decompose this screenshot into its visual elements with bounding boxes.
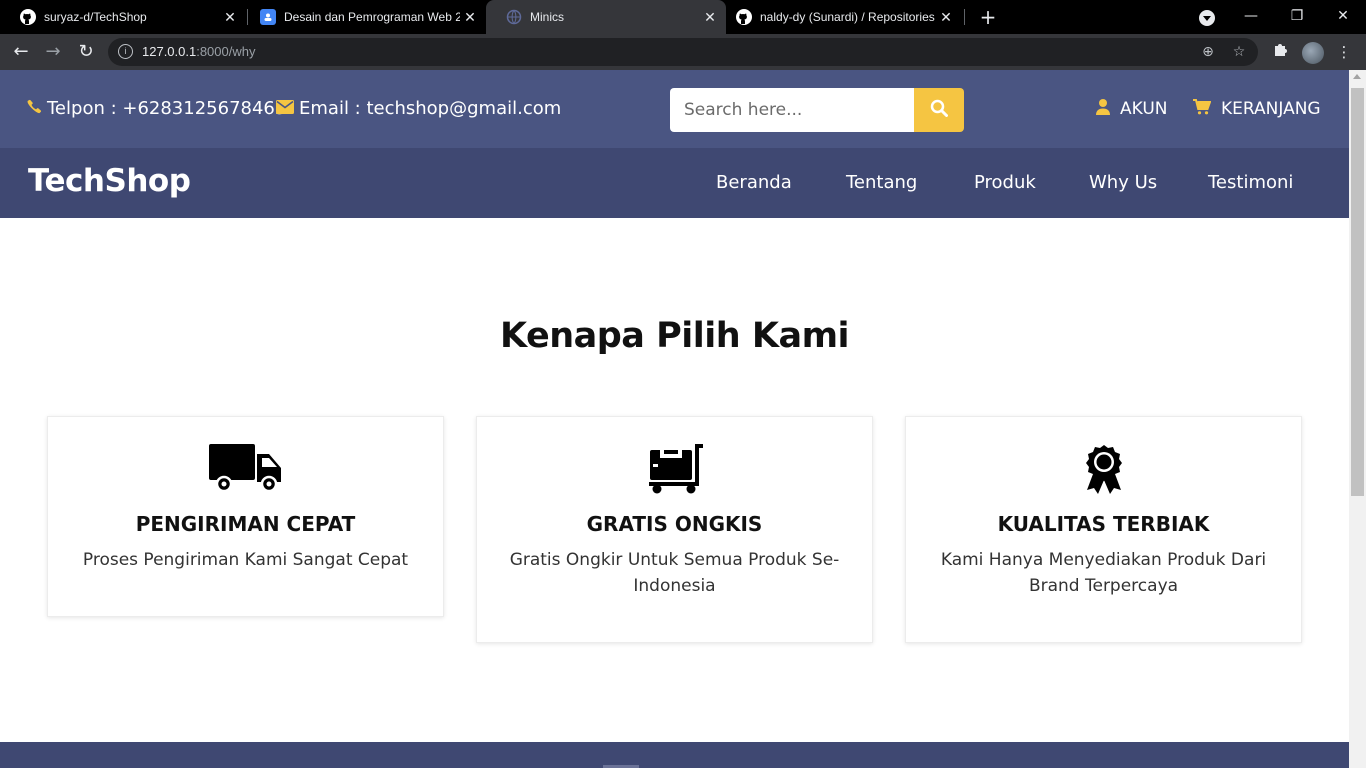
address-bar[interactable]: i 127.0.0.1:8000/why ⊕ ☆ <box>108 38 1258 66</box>
window-close-icon[interactable]: ✕ <box>1320 0 1366 34</box>
main-navbar: TechShop Beranda Tentang Produk Why Us T… <box>0 148 1349 218</box>
profile-avatar[interactable] <box>1302 42 1324 64</box>
cart-dolly-icon <box>477 444 872 496</box>
nav-link-beranda[interactable]: Beranda <box>716 172 792 193</box>
github-icon <box>20 9 36 25</box>
card-title: PENGIRIMAN CEPAT <box>135 512 356 536</box>
browser-tab[interactable]: naldy-dy (Sunardi) / Repositories ✕ <box>716 0 962 34</box>
classroom-icon <box>260 9 276 25</box>
tab-divider <box>964 9 965 25</box>
loading-globe-icon <box>506 9 522 25</box>
tab-title: suryaz-d/TechShop <box>44 10 147 24</box>
browser-tab-active[interactable]: Minics ✕ <box>486 0 726 34</box>
feature-card: PENGIRIMAN CEPAT Proses Pengiriman Kami … <box>47 416 444 617</box>
close-icon[interactable]: ✕ <box>220 9 240 26</box>
back-arrow-icon[interactable]: ← <box>9 40 33 64</box>
forward-arrow-icon[interactable]: → <box>41 40 65 64</box>
cart-link[interactable]: KERANJANG <box>1193 99 1321 119</box>
extensions-puzzle-icon[interactable] <box>1270 42 1290 62</box>
maximize-icon[interactable]: ❐ <box>1274 0 1320 34</box>
card-description: Gratis Ongkir Untuk Semua Produk Se-Indo… <box>509 550 840 596</box>
new-tab-plus-icon[interactable]: + <box>976 5 1000 29</box>
tab-search-icon[interactable] <box>1199 10 1215 26</box>
cart-label: KERANJANG <box>1221 99 1321 119</box>
phone-text: Telpon : +6283125678465 <box>47 98 287 119</box>
close-icon[interactable]: ✕ <box>460 9 480 26</box>
user-icon <box>1096 99 1110 119</box>
search-button[interactable] <box>914 88 964 132</box>
cart-icon <box>1193 99 1212 119</box>
search-icon <box>930 99 948 121</box>
url-text: 127.0.0.1:8000/why <box>142 44 256 59</box>
browser-tab[interactable]: suryaz-d/TechShop ✕ <box>0 0 246 34</box>
browser-tab[interactable]: Desain dan Pemrograman Web 2 ✕ <box>240 0 486 34</box>
site-info-icon[interactable]: i <box>118 44 133 59</box>
nav-link-tentang[interactable]: Tentang <box>846 172 917 193</box>
feature-card: KUALITAS TERBIAK Kami Hanya Menyediakan … <box>905 416 1302 643</box>
email-contact: Email : techshop@gmail.com <box>276 98 561 119</box>
page-viewport: Telpon : +6283125678465 Email : techshop… <box>0 70 1349 768</box>
scroll-up-arrow-icon[interactable] <box>1353 74 1361 79</box>
nav-link-produk[interactable]: Produk <box>974 172 1036 193</box>
section-title: Kenapa Pilih Kami <box>499 316 850 356</box>
card-title: KUALITAS TERBIAK <box>997 512 1210 536</box>
close-icon[interactable]: ✕ <box>936 9 956 26</box>
envelope-icon <box>276 99 294 118</box>
search-input[interactable] <box>670 88 915 132</box>
card-title: GRATIS ONGKIS <box>586 512 763 536</box>
email-text: Email : techshop@gmail.com <box>299 98 562 119</box>
bookmark-star-icon[interactable]: ☆ <box>1230 43 1248 61</box>
phone-contact: Telpon : +6283125678465 <box>27 98 286 119</box>
feature-card: GRATIS ONGKIS Gratis Ongkir Untuk Semua … <box>476 416 873 643</box>
tab-title: Minics <box>530 10 565 24</box>
github-icon <box>736 9 752 25</box>
top-info-bar: Telpon : +6283125678465 Email : techshop… <box>0 70 1349 148</box>
reload-icon[interactable]: ↻ <box>74 40 98 64</box>
truck-icon <box>48 444 443 496</box>
scroll-thumb[interactable] <box>1351 88 1364 496</box>
phone-icon <box>27 99 42 118</box>
card-description: Proses Pengiriman Kami Sangat Cepat <box>82 550 409 570</box>
nav-link-why-us[interactable]: Why Us <box>1089 172 1157 193</box>
tab-title: naldy-dy (Sunardi) / Repositories <box>760 10 935 24</box>
card-description: Kami Hanya Menyediakan Produk Dari Brand… <box>940 550 1267 596</box>
footer <box>0 742 1349 768</box>
award-badge-icon <box>906 444 1301 496</box>
nav-link-testimoni[interactable]: Testimoni <box>1208 172 1293 193</box>
kebab-menu-icon[interactable]: ⋮ <box>1334 42 1354 62</box>
browser-tab-strip: suryaz-d/TechShop ✕ Desain dan Pemrogram… <box>0 0 1366 34</box>
zoom-icon[interactable]: ⊕ <box>1199 43 1217 61</box>
account-label: AKUN <box>1120 99 1168 119</box>
tab-title: Desain dan Pemrograman Web 2 <box>284 10 460 24</box>
minimize-icon[interactable]: — <box>1228 0 1274 34</box>
account-link[interactable]: AKUN <box>1096 99 1167 119</box>
brand-logo[interactable]: TechShop <box>28 163 191 199</box>
page-scrollbar[interactable] <box>1349 70 1366 768</box>
browser-toolbar: ← → ↻ i 127.0.0.1:8000/why ⊕ ☆ ⋮ <box>0 34 1366 70</box>
